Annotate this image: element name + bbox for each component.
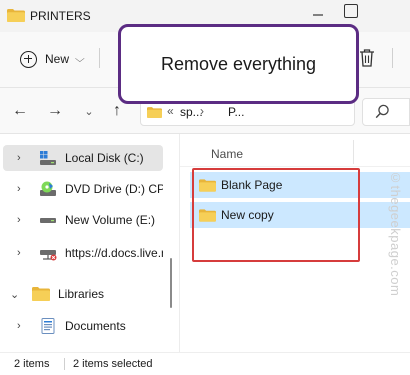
drive-icon: [40, 218, 56, 223]
sidebar-item-new-volume[interactable]: › New Volume (E:): [3, 207, 163, 233]
plus-circle-icon: [20, 50, 37, 68]
status-divider: [64, 358, 65, 370]
sidebar-item-libraries[interactable]: ⌄ Libraries: [0, 281, 160, 307]
new-button[interactable]: New ⌵: [10, 44, 86, 74]
chevron-down-icon[interactable]: ⌄: [10, 288, 22, 301]
network-drive-icon: [40, 250, 57, 261]
close-button[interactable]: [372, 0, 410, 30]
chevron-right-icon[interactable]: ›: [17, 247, 29, 259]
chevron-down-icon: ⌵: [74, 53, 85, 65]
callout-annotation: Remove everything: [118, 24, 359, 104]
folder-icon: [32, 287, 50, 301]
sidebar-item-label: New Volume (E:): [65, 213, 156, 227]
sidebar-item-label: DVD Drive (D:) CPR: [65, 182, 163, 196]
forward-button[interactable]: →: [44, 100, 66, 122]
sidebar-item-label: Local Disk (C:): [65, 151, 144, 165]
back-button[interactable]: ←: [9, 100, 31, 122]
new-button-label: New: [45, 52, 70, 66]
sidebar-item-documents[interactable]: › Documents: [3, 313, 163, 339]
column-divider[interactable]: [353, 140, 354, 164]
maximize-button[interactable]: [344, 4, 358, 18]
minimize-icon[interactable]: [311, 8, 325, 22]
drive-icon: [40, 151, 56, 165]
sidebar-item-network-drive[interactable]: › https://d.docs.live.n: [3, 240, 163, 266]
selection-highlight-annotation: [192, 168, 360, 262]
chevron-right-icon[interactable]: ›: [17, 152, 29, 164]
sidebar-item-label: https://d.docs.live.n: [65, 246, 163, 260]
header-divider: [180, 166, 410, 167]
toolbar-divider: [392, 48, 393, 68]
status-bar: [0, 352, 410, 375]
toolbar-divider: [99, 48, 100, 68]
chevron-right-icon[interactable]: ›: [17, 183, 29, 195]
navigation-scrollbar[interactable]: [170, 258, 172, 308]
sidebar-item-dvd-drive[interactable]: › DVD Drive (D:) CPR: [3, 176, 163, 202]
item-count: 2 items: [14, 358, 50, 370]
column-header-name[interactable]: Name: [211, 147, 243, 161]
watermark: ©thegeekpage.com: [388, 170, 403, 297]
search-icon: [375, 104, 389, 119]
trash-icon[interactable]: [358, 48, 376, 68]
sidebar-item-label: Libraries: [58, 287, 105, 301]
folder-icon: [147, 107, 162, 118]
chevron-right-icon[interactable]: ›: [17, 214, 29, 226]
window-title: PRINTERS: [30, 9, 91, 23]
recent-locations-chevron[interactable]: ⌄: [78, 100, 100, 122]
breadcrumb-separator[interactable]: ›: [200, 104, 204, 118]
chevron-right-icon[interactable]: ›: [17, 320, 29, 332]
breadcrumb-segment[interactable]: P...: [228, 105, 244, 119]
documents-icon: [41, 318, 55, 334]
sidebar-item-local-disk[interactable]: › Local Disk (C:): [3, 145, 163, 171]
dvd-icon: [40, 181, 56, 196]
breadcrumb-separator[interactable]: «: [167, 104, 174, 118]
selected-count: 2 items selected: [73, 358, 153, 370]
folder-icon: [7, 9, 25, 22]
sidebar-item-label: Documents: [65, 319, 126, 333]
